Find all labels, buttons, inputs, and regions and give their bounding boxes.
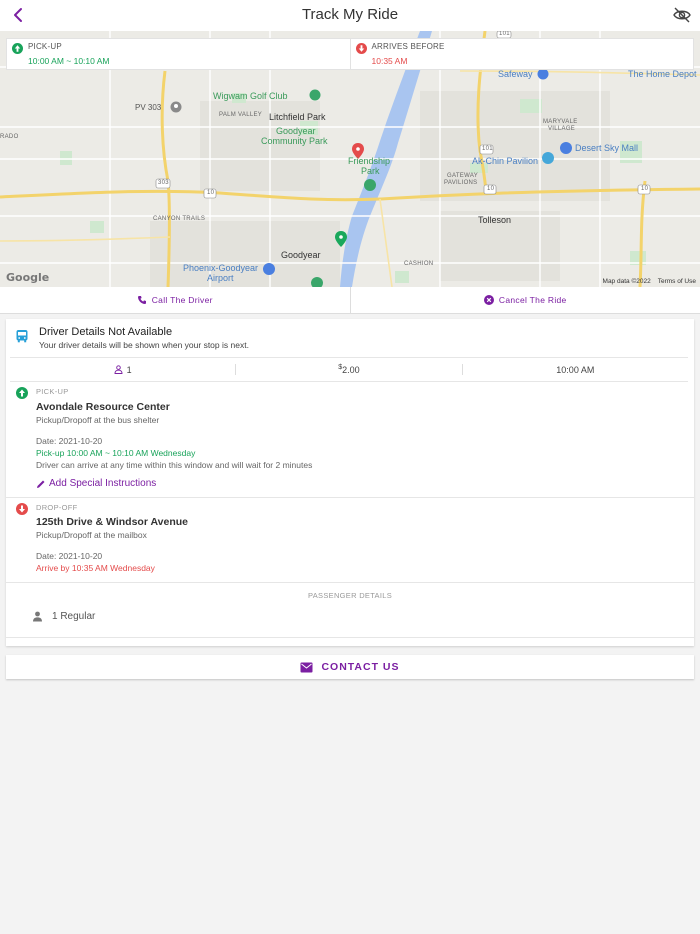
pickup-wait-note: Driver can arrive at any time within thi… — [36, 460, 313, 470]
contact-us-button[interactable]: CONTACT US — [6, 655, 694, 679]
pickup-arrow-icon — [12, 43, 23, 54]
driver-subtitle: Your driver details will be shown when y… — [39, 340, 249, 350]
passenger-count-value: 1 — [126, 364, 132, 375]
google-logo: Google — [6, 271, 50, 284]
contact-us-label: CONTACT US — [321, 661, 400, 673]
map-label-goodyear-cp-1: Goodyear — [276, 126, 316, 136]
pickup-type-label: PICK-UP — [36, 387, 69, 396]
map-label-i10b: 10 — [487, 186, 495, 192]
pickup-location-note: Pickup/Dropoff at the bus shelter — [36, 415, 160, 425]
hide-map-button[interactable] — [672, 5, 692, 25]
cancel-circle-icon — [483, 295, 494, 305]
top-bar: Track My Ride — [0, 0, 700, 31]
map-label-tolleson: Tolleson — [478, 215, 512, 225]
dropoff-location-note: Pickup/Dropoff at the mailbox — [36, 530, 147, 540]
cancel-ride-label: Cancel The Ride — [498, 295, 567, 305]
map-label-maryvale: MARYVALE — [543, 119, 578, 125]
call-driver-button[interactable]: Call The Driver — [0, 287, 350, 313]
passenger-regular-row: 1 Regular — [32, 611, 95, 622]
driver-details: Driver Details Not Available Your driver… — [6, 319, 694, 357]
eye-off-icon — [673, 7, 691, 23]
passenger-regular-label: 1 Regular — [52, 611, 96, 622]
person-outline-icon — [114, 365, 123, 374]
map-label-rado: RADO — [0, 134, 19, 140]
stop-divider — [6, 582, 694, 583]
bus-icon — [16, 330, 28, 343]
map-label-i10c: 10 — [641, 186, 649, 192]
map-label-akchin: Ak-Chin Pavilion — [472, 156, 539, 166]
phone-icon — [137, 296, 146, 304]
pickup-window: Pick-up 10:00 AM ~ 10:10 AM Wednesday — [36, 448, 196, 458]
map-label-gateway-1: GATEWAY — [447, 173, 478, 179]
scheduled-time-value: 10:00 AM — [556, 364, 595, 375]
person-icon — [33, 611, 42, 622]
add-special-instructions-label: Add Special Instructions — [49, 478, 157, 489]
ride-details-card: Driver Details Not Available Your driver… — [6, 319, 694, 646]
dropoff-arrow-icon — [355, 43, 367, 54]
pickup-arrow-icon — [16, 387, 28, 399]
map-label-home-depot: The Home Depot — [628, 69, 697, 79]
map-label-cashion: CASHION — [404, 261, 434, 267]
dropoff-location-name: 125th Drive & Windsor Avenue — [36, 516, 188, 528]
map-label-phx-airport-1: Phoenix-Goodyear — [183, 263, 259, 273]
map-label-pv303: PV 303 — [135, 103, 162, 112]
driver-title: Driver Details Not Available — [39, 326, 173, 338]
pickup-card-label: PICK-UP — [28, 42, 62, 51]
call-driver-label: Call The Driver — [151, 295, 213, 305]
pickup-date: Date: 2021-10-20 — [36, 436, 103, 446]
page-title: Track My Ride — [301, 6, 399, 23]
arrival-card-value: 10:35 AM — [371, 56, 408, 66]
map-label-route-101a: 101 — [482, 146, 493, 152]
stop-divider — [6, 497, 694, 498]
add-special-instructions-button[interactable]: Add Special Instructions — [36, 478, 156, 489]
map-terms-link[interactable]: Terms of Use — [658, 278, 696, 285]
map-label-safeway: Safeway — [498, 69, 533, 79]
map-label-gateway-2: PAVILIONS — [444, 180, 478, 186]
section-divider — [6, 637, 694, 638]
cancel-ride-button[interactable]: Cancel The Ride — [349, 287, 700, 313]
dropoff-stop: DROP-OFF 125th Drive & Windsor Avenue Pi… — [6, 499, 694, 581]
dropoff-arrow-icon — [16, 503, 28, 515]
arrival-card-label: ARRIVES BEFORE — [371, 42, 445, 51]
map-label-i10a: 10 — [207, 190, 215, 196]
map-data-credit: Map data ©2022 — [602, 278, 651, 285]
ride-actions-bar: Call The Driver Cancel The Ride — [0, 287, 700, 314]
passenger-details-title: PASSENGER DETAILS — [307, 591, 392, 600]
map-label-desert-sky: Desert Sky Mall — [575, 143, 639, 153]
scheduled-time: 10:00 AM — [463, 358, 688, 381]
ride-map[interactable]: Safeway The Home Depot Wigwam Golf Club … — [0, 31, 700, 287]
pickup-location-name: Avondale Resource Center — [36, 401, 170, 413]
map-label-palm-valley: PALM VALLEY — [219, 112, 263, 118]
pickup-time-card: PICK-UP 10:00 AM ~ 10:10 AM — [7, 39, 350, 69]
map-label-friendship-2: Park — [361, 166, 380, 176]
map-label-goodyear-cp-2: Community Park — [261, 136, 328, 146]
map-label-route-303: 303 — [158, 180, 169, 186]
map-label-wigwam: Wigwam Golf Club — [213, 91, 288, 101]
map-label-route-101b: 101 — [499, 31, 510, 37]
fare-value: 2.00 — [342, 365, 360, 375]
pencil-icon — [37, 480, 45, 488]
arrival-time-card: ARRIVES BEFORE 10:35 AM — [349, 39, 694, 69]
map-label-canyon: CANYON TRAILS — [153, 216, 206, 222]
dropoff-type-label: DROP-OFF — [36, 503, 78, 512]
dropoff-date: Date: 2021-10-20 — [36, 551, 103, 561]
map-label-phx-airport-2: Airport — [207, 273, 234, 283]
map-label-friendship-1: Friendship — [348, 156, 391, 166]
map-label-litchfield: Litchfield Park — [269, 112, 326, 122]
passenger-count: 1 — [10, 358, 235, 381]
map-label-goodyear: Goodyear — [281, 250, 321, 260]
map-credit: Map data ©2022 Terms of Use — [596, 278, 696, 285]
ride-time-summary: PICK-UP 10:00 AM ~ 10:10 AM ARRIVES BEFO… — [6, 38, 694, 70]
envelope-icon — [300, 662, 313, 672]
ride-stats: 1 $2.00 10:00 AM — [10, 357, 688, 382]
map-label-village: VILLAGE — [548, 126, 576, 132]
pickup-stop: PICK-UP Avondale Resource Center Pickup/… — [6, 383, 694, 497]
pickup-card-value: 10:00 AM ~ 10:10 AM — [28, 56, 110, 66]
fare: $2.00 — [236, 358, 461, 381]
dropoff-arrive-by: Arrive by 10:35 AM Wednesday — [36, 563, 155, 573]
